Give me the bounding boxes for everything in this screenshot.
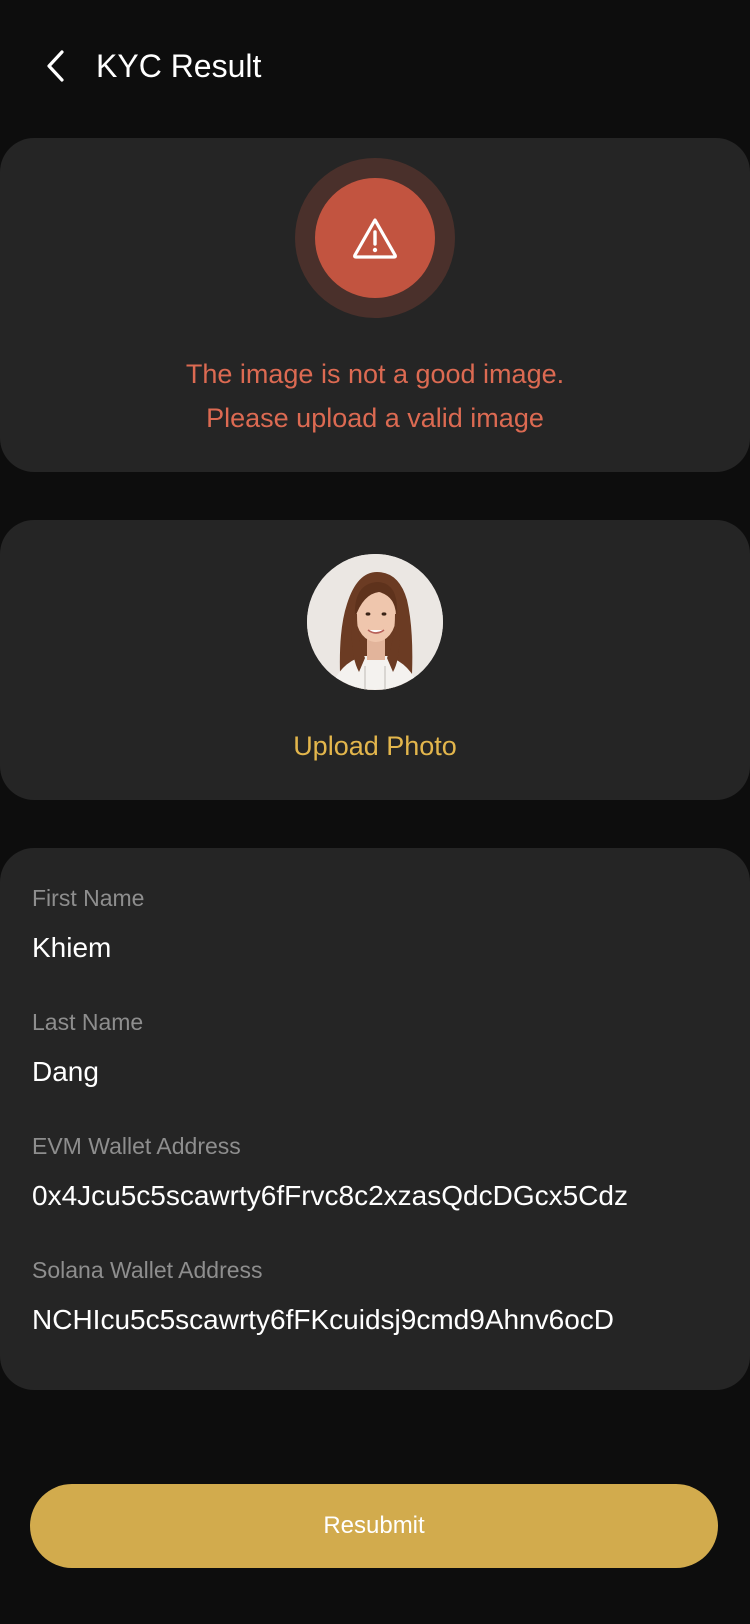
evm-wallet-field: EVM Wallet Address 0x4Jcu5c5scawrty6fFrv… [32,1130,722,1216]
field-label: EVM Wallet Address [32,1133,241,1159]
warning-icon [353,218,397,259]
photo-card: Upload Photo [0,520,750,800]
field-label: Last Name [32,1009,144,1035]
page-title: KYC Result [96,48,262,84]
chevron-left-icon [47,50,64,82]
field-value: Dang [32,1056,99,1087]
resubmit-button[interactable]: Resubmit [30,1484,718,1568]
upload-photo-link[interactable]: Upload Photo [0,726,750,766]
back-button[interactable] [36,44,76,88]
field-label: First Name [32,885,145,911]
field-label: Solana Wallet Address [32,1257,263,1283]
error-message-line-1: The image is not a good image. [185,359,565,389]
kyc-result-screen: KYC Result The image is not a good image… [0,0,750,1624]
avatar[interactable] [307,554,443,690]
first-name-field: First Name Khiem [32,882,722,968]
field-value: 0x4Jcu5c5scawrty6fFrvc8c2xzasQdcDGcx5Cdz [32,1180,628,1211]
solana-wallet-field: Solana Wallet Address NCHIcu5c5scawrty6f… [32,1254,722,1340]
warning-badge [295,158,455,318]
avatar-photo [307,554,443,690]
field-value: Khiem [32,932,112,963]
field-value: NCHIcu5c5scawrty6fFKcuidsj9cmd9Ahnv6ocD [32,1304,614,1335]
kyc-error-card: The image is not a good image. Please up… [0,138,750,472]
last-name-field: Last Name Dang [32,1006,722,1092]
header: KYC Result [0,0,750,130]
kyc-info-card: First Name Khiem Last Name Dang EVM Wall… [0,848,750,1390]
error-message-line-2: Please upload a valid image [206,403,544,433]
